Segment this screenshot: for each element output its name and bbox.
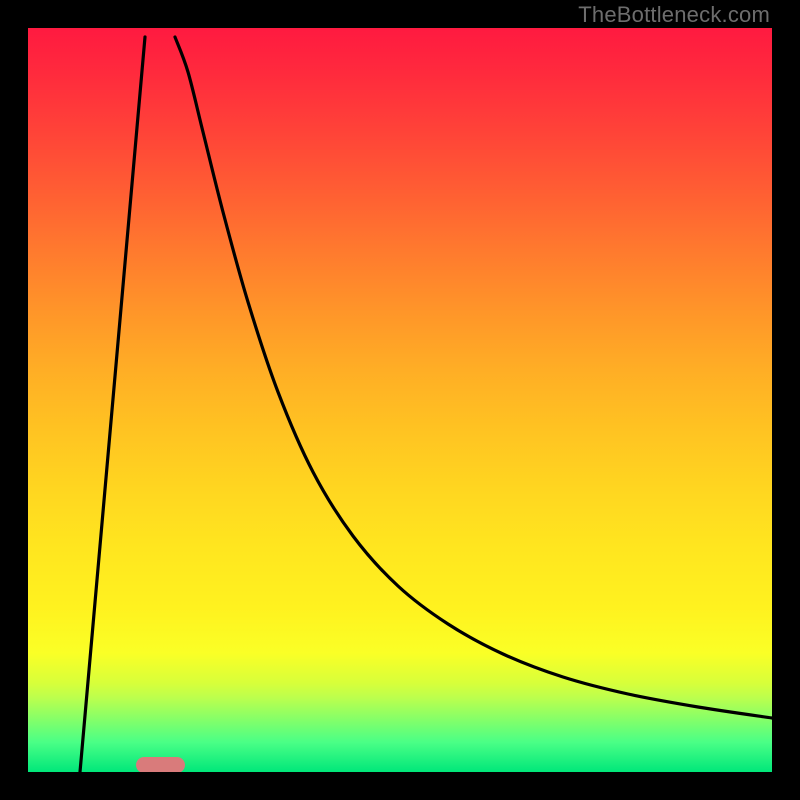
curve-right <box>175 37 772 718</box>
curve-left-line <box>80 37 145 772</box>
chart-frame: TheBottleneck.com <box>0 0 800 800</box>
curve-layer <box>28 28 772 772</box>
optimal-marker <box>136 757 185 772</box>
watermark-text: TheBottleneck.com <box>578 2 770 28</box>
plot-area <box>28 28 772 772</box>
